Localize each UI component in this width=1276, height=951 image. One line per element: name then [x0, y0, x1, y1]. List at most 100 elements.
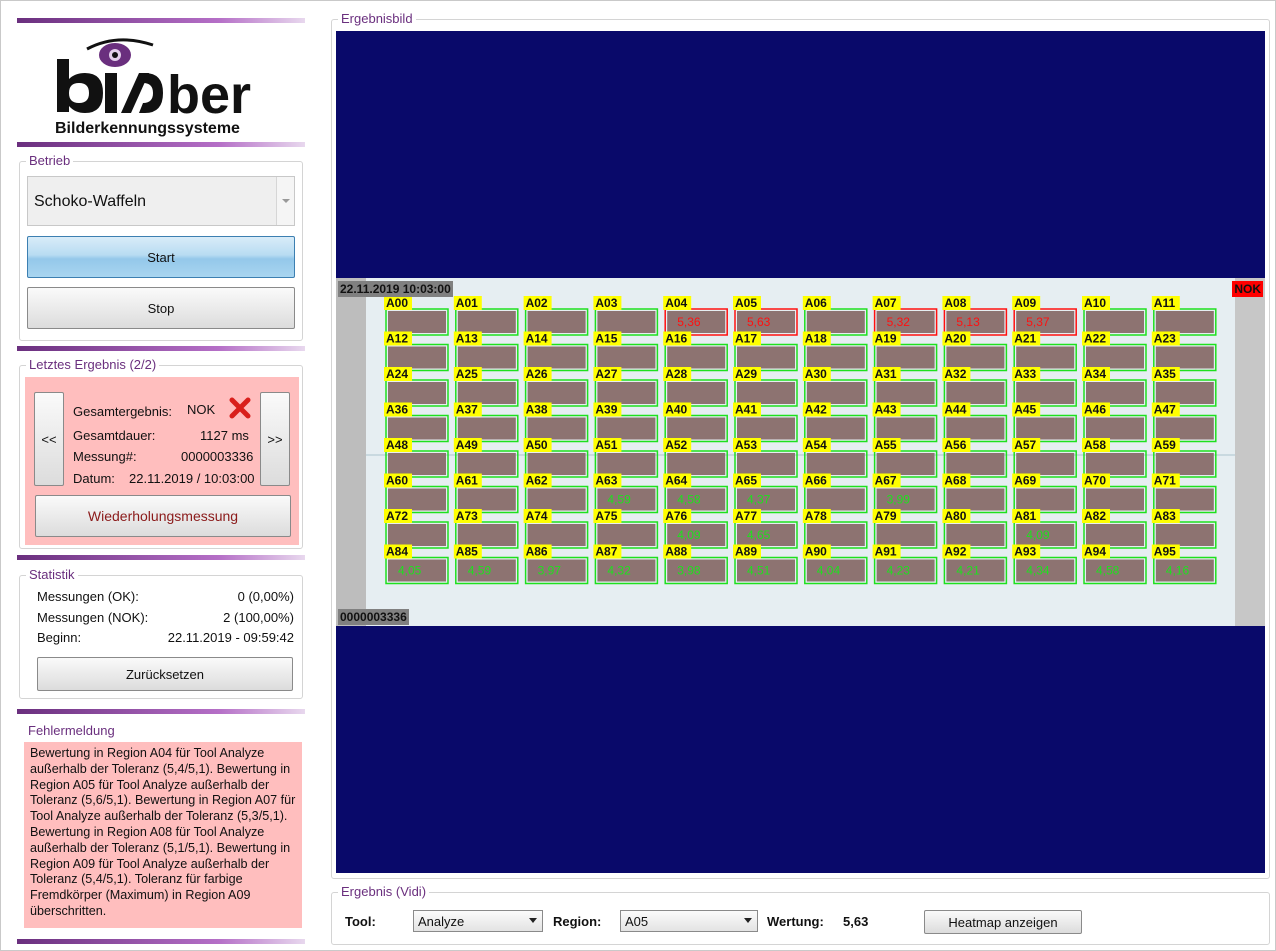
tool-label: Tool:	[345, 914, 376, 929]
letztes-ergebnis-panel: << >> Gesamtergebnis: NOK Gesamtdauer: 1…	[25, 377, 299, 545]
region-label: A62	[526, 474, 548, 488]
region-label: A83	[1154, 509, 1176, 523]
tray-photo: A00 A01 A02 A03 A04 5,36 A05 5,63 A06 A07 5,32 A08 5…	[336, 278, 1265, 626]
region-label: A14	[526, 332, 548, 346]
region-label: A82	[1084, 509, 1106, 523]
region-label: A35	[1154, 367, 1176, 381]
region-label: A84	[386, 545, 408, 559]
region-score: 5,37	[1026, 315, 1050, 329]
region-label: A76	[665, 509, 687, 523]
region-label: A94	[1084, 545, 1106, 559]
region-score: 4,58	[677, 493, 701, 507]
region-label: A18	[805, 332, 827, 346]
region-label: A00	[386, 296, 408, 310]
tool-select[interactable]: Analyze	[413, 910, 543, 932]
result-image: A00 A01 A02 A03 A04 5,36 A05 5,63 A06 A07 5,32 A08 5…	[336, 31, 1265, 873]
svg-text:Bilderkennungssysteme: Bilderkennungssysteme	[55, 120, 240, 137]
region-label: A03	[595, 296, 617, 310]
region-score: 4,34	[1026, 564, 1050, 578]
stop-button[interactable]: Stop	[27, 287, 295, 329]
region-label: A80	[944, 509, 966, 523]
region-label: A67	[875, 474, 897, 488]
heatmap-button[interactable]: Heatmap anzeigen	[924, 910, 1082, 934]
fehlermeldung-text: Bewertung in Region A04 für Tool Analyze…	[24, 742, 302, 928]
region-label: A78	[805, 509, 827, 523]
statistik-legend: Statistik	[26, 567, 78, 582]
svg-text:ber: ber	[167, 65, 251, 125]
chevron-down-icon	[529, 918, 537, 923]
reset-statistics-button[interactable]: Zurücksetzen	[37, 657, 293, 691]
region-select[interactable]: A05	[620, 910, 758, 932]
next-result-button[interactable]: >>	[260, 392, 290, 486]
region-label: A54	[805, 438, 827, 452]
previous-result-label: <<	[41, 431, 57, 447]
start-button[interactable]: Start	[27, 236, 295, 278]
region-label: A81	[1014, 509, 1036, 523]
beginn-label: Beginn:	[37, 630, 82, 645]
region-score: 4,09	[677, 528, 701, 542]
region-label: A44	[944, 403, 966, 417]
region-label: A86	[526, 545, 548, 559]
separator-3	[17, 709, 305, 714]
region-score: 4,32	[607, 564, 631, 578]
previous-result-button[interactable]: <<	[34, 392, 64, 486]
stop-button-label: Stop	[147, 300, 175, 316]
region-label: A93	[1014, 545, 1036, 559]
region-label: A73	[456, 509, 478, 523]
statistik-group: Statistik Messungen (OK): 0 (0,00%) Mess…	[19, 567, 303, 699]
gesamtdauer-value: 1127 ms	[200, 428, 249, 443]
wiederholungsmessung-button[interactable]: Wiederholungsmessung	[35, 495, 291, 537]
region-score: 4,21	[956, 564, 980, 578]
region-label: A11	[1154, 296, 1176, 310]
region-label: A43	[875, 403, 897, 417]
region-label: A09	[1014, 296, 1036, 310]
region-label: A77	[735, 509, 757, 523]
region-label: A21	[1014, 332, 1036, 346]
region-label: A50	[526, 438, 548, 452]
region-score: 4,65	[747, 528, 771, 542]
heatmap-button-label: Heatmap anzeigen	[948, 914, 1058, 930]
beginn-value: 22.11.2019 - 09:59:42	[167, 630, 294, 645]
gesamtergebnis-label: Gesamtergebnis:	[73, 404, 172, 419]
region-label: A95	[1154, 545, 1176, 559]
region-label: A17	[735, 332, 757, 346]
region-label: A32	[944, 367, 966, 381]
region-label: A47	[1154, 403, 1176, 417]
ergebnisbild-legend: Ergebnisbild	[338, 11, 416, 26]
region-label: A08	[944, 296, 966, 310]
region-score: 4,59	[468, 564, 492, 578]
region-label: A61	[456, 474, 478, 488]
region-label: A15	[595, 332, 617, 346]
region-score: 4,05	[398, 564, 422, 578]
region-score: 4,09	[1026, 528, 1050, 542]
region-score: 3,97	[538, 564, 562, 578]
region-label: A72	[386, 509, 408, 523]
region-label: A92	[944, 545, 966, 559]
region-score: 4,23	[887, 564, 911, 578]
region-score: 5,32	[887, 315, 911, 329]
region-label: A74	[526, 509, 548, 523]
messungen-nok-label: Messungen (NOK):	[37, 610, 149, 625]
region-label: A20	[944, 332, 966, 346]
region-label: A53	[735, 438, 757, 452]
image-status-badge: NOK	[1232, 281, 1263, 297]
region-label: A63	[595, 474, 617, 488]
region-label: A30	[805, 367, 827, 381]
reset-statistics-label: Zurücksetzen	[125, 666, 205, 682]
region-score: 4,04	[817, 564, 841, 578]
region-label: A22	[1084, 332, 1106, 346]
wertung-label: Wertung:	[767, 914, 824, 929]
region-label: A38	[526, 403, 548, 417]
region-label: A66	[805, 474, 827, 488]
product-select[interactable]: Schoko-Waffeln	[27, 176, 295, 226]
region-score: 5,63	[747, 315, 771, 329]
wertung-value: 5,63	[843, 914, 869, 929]
start-button-label: Start	[147, 249, 175, 265]
region-label: A29	[735, 367, 757, 381]
datum-value: 22.11.2019 / 10:03:00	[129, 471, 255, 486]
region-label: A41	[735, 403, 757, 417]
image-measurement-id: 0000003336	[338, 609, 409, 625]
region-label: A89	[735, 545, 757, 559]
messungen-ok-label: Messungen (OK):	[37, 589, 139, 604]
region-label: A37	[456, 403, 478, 417]
